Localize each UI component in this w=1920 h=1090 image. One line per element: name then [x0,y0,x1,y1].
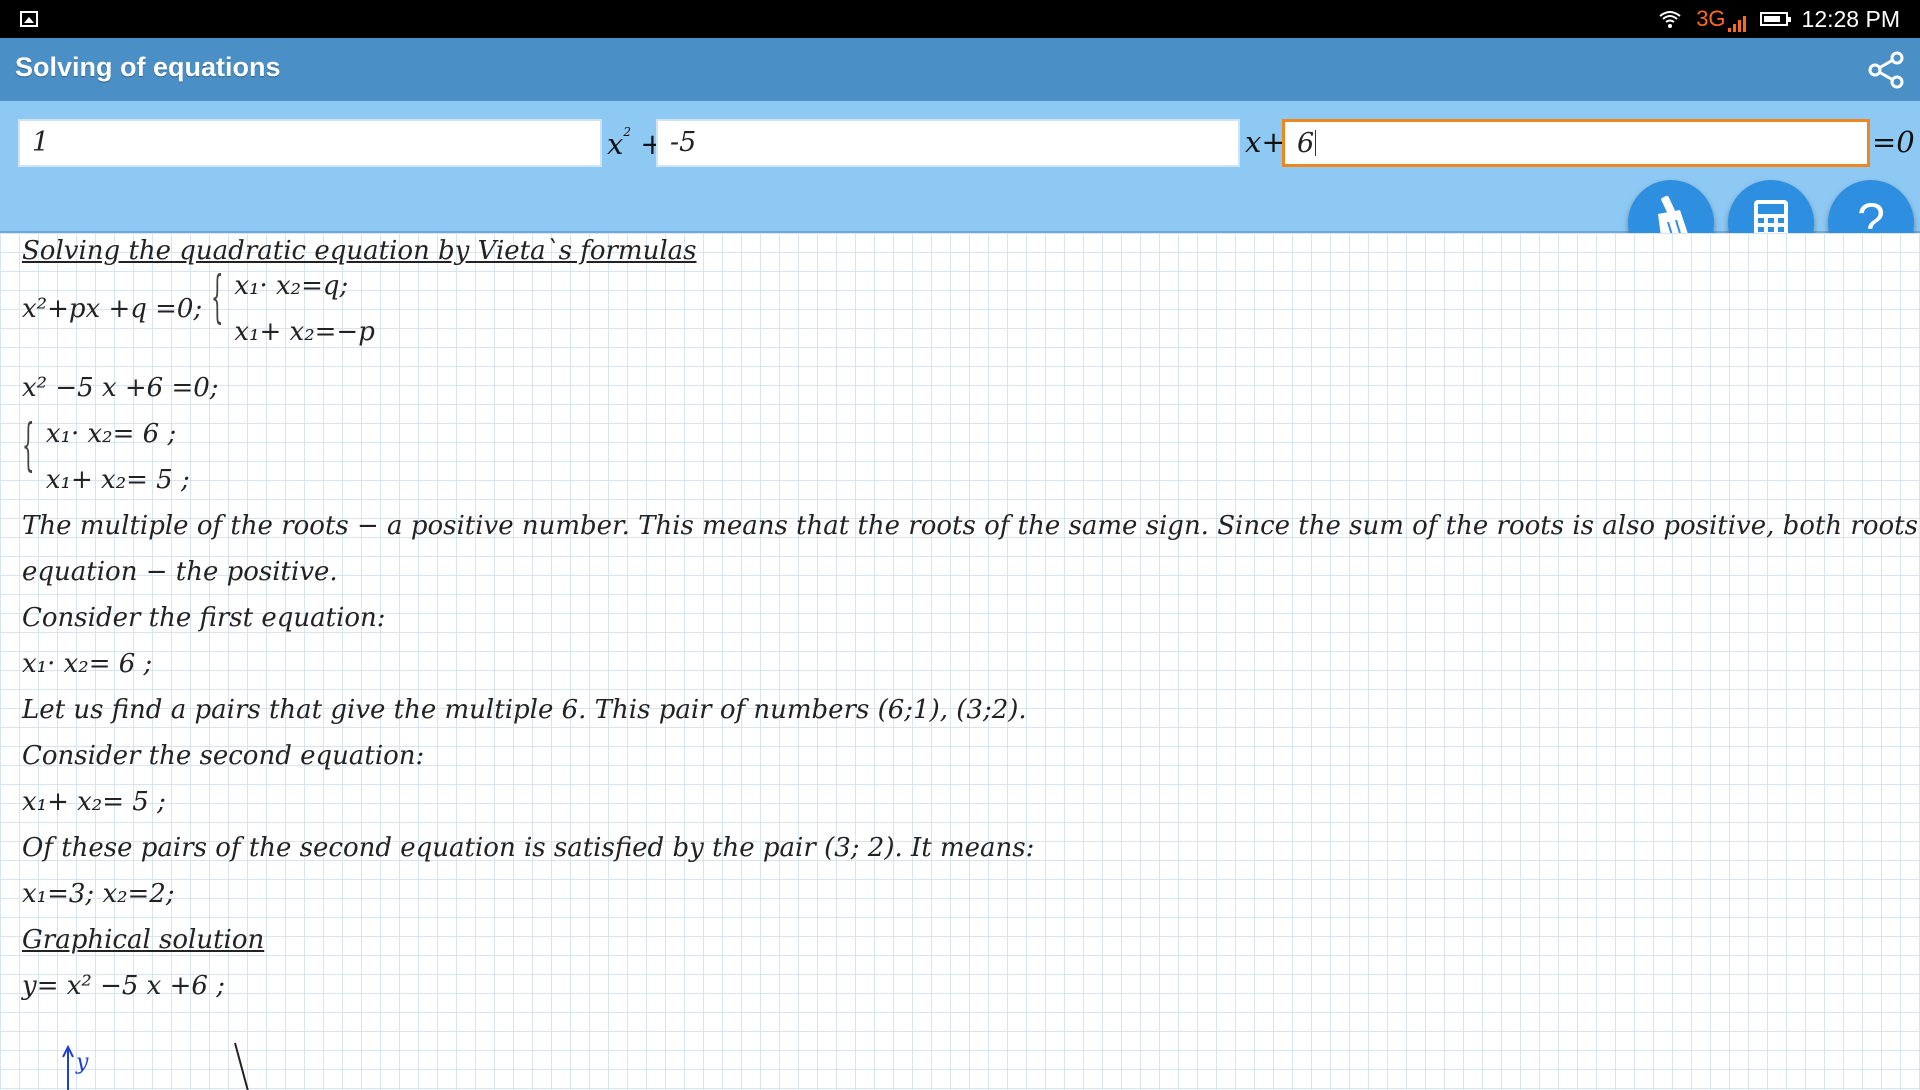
status-icons: 3G 12:28 PM [1658,0,1900,38]
graph-equation: y= x² −5 x +6 ; [22,971,225,1001]
text-caret [1315,130,1317,156]
given-equation: x² −5 x +6 =0; [22,373,219,403]
second-equation: x₁+ x₂= 5 ; [22,787,166,817]
general-vieta-formula: x²+px +q =0; { x₁· x₂=q; x₁+ x₂=−p [22,263,375,355]
battery-icon [1759,12,1791,26]
specific-system: { x₁· x₂= 6 ; x₁+ x₂= 5 ; [22,411,190,503]
graph-preview: y [62,1042,249,1090]
status-bar: 3G 12:28 PM [0,0,1920,38]
equals-zero-label: =0 [1872,125,1915,159]
satisfied-text: Of these pairs of the second equation is… [22,833,1035,863]
coefficient-c-field[interactable]: 6 [1282,119,1870,167]
app-title: Solving of equations [15,52,281,82]
coefficient-a-field[interactable]: 1 [18,119,602,167]
system-sum: x₁+ x₂= 5 ; [45,465,190,495]
share-icon[interactable] [1866,50,1906,90]
graph-parabola-branch [234,1042,249,1090]
explanation-line-2: equation − the positive. [22,557,338,587]
system-product: x₁· x₂= 6 ; [45,419,177,449]
solution-area: Solving the quadratic equation by Vieta`… [0,233,1920,1090]
x-plus-label: x+ [1245,125,1286,159]
clock: 12:28 PM [1801,5,1900,32]
first-equation: x₁· x₂= 6 ; [22,649,153,679]
gallery-icon [20,11,38,27]
general-system-product: x₁· x₂=q; [234,271,349,301]
app-bar: Solving of equations [0,38,1920,101]
coefficient-c-value: 6 [1297,128,1315,159]
consider-second-text: Consider the second equation: [22,741,425,771]
pairs-text: Let us find a pairs that give the multip… [22,695,1027,725]
wifi-icon [1659,11,1681,28]
coefficient-b-field[interactable]: -5 [656,119,1240,167]
solution-heading: Solving the quadratic equation by Vieta`… [22,236,697,266]
graph-y-label: y [75,1050,89,1075]
signal-icon [1727,16,1746,32]
graph-heading: Graphical solution [22,925,265,955]
roots-result: x₁=3; x₂=2; [22,879,175,909]
general-system-sum: x₁+ x₂=−p [234,317,375,347]
explanation-line-1: The multiple of the roots − a positive n… [22,511,1920,541]
consider-first-text: Consider the first equation: [22,603,386,633]
network-type: 3G [1696,6,1726,31]
